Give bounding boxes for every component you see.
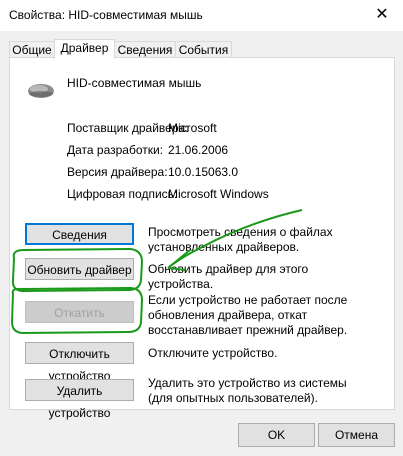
tab-driver[interactable]: Драйвер bbox=[54, 39, 115, 59]
signature-value: Microsoft Windows bbox=[168, 187, 269, 201]
details-description: Просмотреть сведения о файлах установлен… bbox=[148, 225, 333, 254]
window-title: Свойства: HID-совместимая мышь bbox=[9, 8, 203, 22]
version-label: Версия драйвера: bbox=[67, 165, 168, 179]
signature-label: Цифровая подпись: bbox=[67, 187, 178, 201]
close-icon[interactable]: ✕ bbox=[371, 4, 393, 26]
disable-device-description: Отключите устройство. bbox=[148, 346, 278, 360]
disable-device-button[interactable]: Отключить устройство bbox=[25, 342, 134, 383]
uninstall-device-button[interactable]: Удалить устройство bbox=[25, 379, 134, 420]
rollback-description: Если устройство не работает после обновл… bbox=[148, 293, 348, 337]
uninstall-device-description: Удалить это устройство из системы (для о… bbox=[148, 376, 347, 405]
tab-general[interactable]: Общие bbox=[9, 41, 55, 58]
tab-details[interactable]: Сведения bbox=[114, 41, 176, 58]
cancel-button[interactable]: Отмена bbox=[318, 423, 395, 447]
device-name: HID-совместимая мышь bbox=[67, 76, 202, 90]
provider-value: Microsoft bbox=[168, 121, 217, 135]
mouse-icon bbox=[28, 84, 54, 98]
ok-button[interactable]: OK bbox=[238, 423, 315, 447]
date-value: 21.06.2006 bbox=[168, 143, 229, 157]
update-driver-button[interactable]: Обновить драйвер bbox=[25, 258, 134, 280]
rollback-button[interactable]: Откатить bbox=[25, 301, 134, 323]
version-value: 10.0.15063.0 bbox=[168, 165, 239, 179]
update-driver-description: Обновить драйвер для этого устройства. bbox=[148, 262, 309, 291]
details-button[interactable]: Сведения bbox=[25, 223, 134, 245]
title-bar: Свойства: HID-совместимая мышь ✕ bbox=[0, 0, 403, 31]
tab-events[interactable]: События bbox=[175, 41, 232, 58]
date-label: Дата разработки: bbox=[67, 143, 164, 157]
